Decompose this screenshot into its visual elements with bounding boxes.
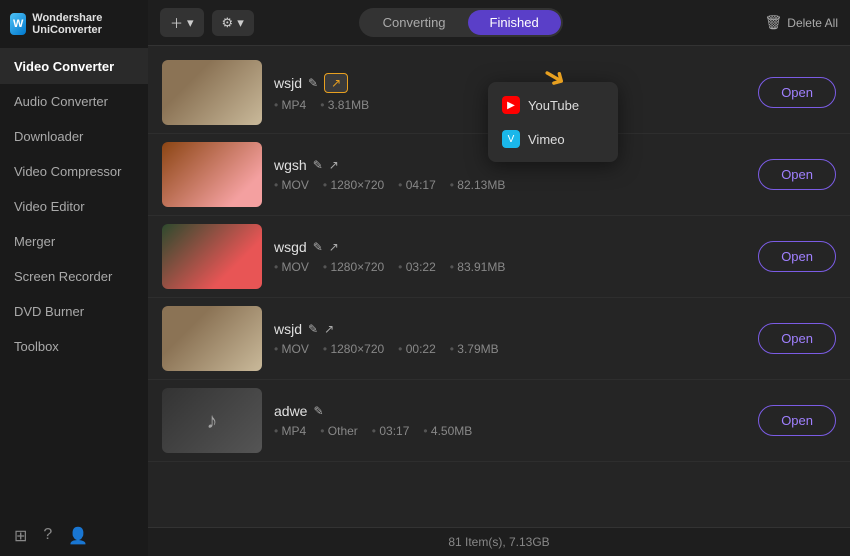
file-format-5: MP4 xyxy=(274,424,306,438)
file-name-5: adwe xyxy=(274,403,307,419)
file-size-5: 4.50MB xyxy=(423,424,472,438)
footer-bar: 81 Item(s), 7.13GB xyxy=(148,527,850,556)
file-item-3: wsgd ✎ ↗ MOV 1280×720 03:22 83.91MB Open xyxy=(148,216,850,298)
youtube-icon: ▶ xyxy=(502,96,520,114)
sidebar-item-merger[interactable]: Merger xyxy=(0,224,148,259)
share-vimeo[interactable]: V Vimeo xyxy=(488,122,618,156)
file-thumbnail-2 xyxy=(162,142,262,207)
settings-button[interactable]: ⚙ ▾ xyxy=(212,10,254,36)
file-duration-3: 03:22 xyxy=(398,260,436,274)
file-meta-4: MOV 1280×720 00:22 3.79MB xyxy=(274,342,746,356)
youtube-label: YouTube xyxy=(528,98,579,113)
file-thumbnail-3 xyxy=(162,224,262,289)
file-name-2: wgsh xyxy=(274,157,307,173)
file-meta-3: MOV 1280×720 03:22 83.91MB xyxy=(274,260,746,274)
share-icon-1: ↗ xyxy=(331,76,341,90)
sidebar-item-downloader[interactable]: Downloader xyxy=(0,119,148,154)
file-info-5: adwe ✎ MP4 Other 03:17 4.50MB xyxy=(274,403,746,438)
file-duration-5: 03:17 xyxy=(372,424,410,438)
sidebar: W Wondershare UniConverter Video Convert… xyxy=(0,0,148,556)
sidebar-item-video-converter[interactable]: Video Converter xyxy=(0,49,148,84)
sidebar-item-video-compressor[interactable]: Video Compressor xyxy=(0,154,148,189)
edit-icon-1[interactable]: ✎ xyxy=(308,76,318,90)
file-size-1: 3.81MB xyxy=(320,98,369,112)
vimeo-label: Vimeo xyxy=(528,132,565,147)
file-name-row-3: wsgd ✎ ↗ xyxy=(274,239,746,255)
music-icon: ♪ xyxy=(207,408,218,434)
share-icon-4[interactable]: ↗ xyxy=(324,322,334,336)
file-duration-4: 00:22 xyxy=(398,342,436,356)
file-name-row-4: wsjd ✎ ↗ xyxy=(274,321,746,337)
file-size-3: 83.91MB xyxy=(450,260,506,274)
file-format-1: MP4 xyxy=(274,98,306,112)
tab-group: Converting Finished xyxy=(359,8,563,37)
edit-icon-4[interactable]: ✎ xyxy=(308,322,318,336)
add-icon: ＋ xyxy=(170,13,183,32)
app-title: Wondershare UniConverter xyxy=(32,12,138,36)
file-resolution-5: Other xyxy=(320,424,358,438)
edit-icon-5[interactable]: ✎ xyxy=(313,404,323,418)
share-icon-3[interactable]: ↗ xyxy=(329,240,339,254)
file-resolution-4: 1280×720 xyxy=(323,342,384,356)
file-format-3: MOV xyxy=(274,260,309,274)
open-button-2[interactable]: Open xyxy=(758,159,836,190)
file-format-2: MOV xyxy=(274,178,309,192)
file-name-row-5: adwe ✎ xyxy=(274,403,746,419)
trash-icon: 🗑 xyxy=(765,14,783,31)
file-item-4: wsjd ✎ ↗ MOV 1280×720 00:22 3.79MB Open xyxy=(148,298,850,380)
file-duration-2: 04:17 xyxy=(398,178,436,192)
settings-arrow: ▾ xyxy=(237,15,244,31)
file-name-3: wsgd xyxy=(274,239,307,255)
share-icon-2[interactable]: ↗ xyxy=(329,158,339,172)
vimeo-icon: V xyxy=(502,130,520,148)
sidebar-item-dvd-burner[interactable]: DVD Burner xyxy=(0,294,148,329)
help-icon[interactable]: ⊞ xyxy=(14,526,27,546)
file-size-4: 3.79MB xyxy=(450,342,499,356)
file-meta-5: MP4 Other 03:17 4.50MB xyxy=(274,424,746,438)
file-name-4: wsjd xyxy=(274,321,302,337)
edit-icon-2[interactable]: ✎ xyxy=(313,158,323,172)
sidebar-footer: ⊞ ? 👤 xyxy=(0,516,148,556)
edit-icon-3[interactable]: ✎ xyxy=(313,240,323,254)
user-icon[interactable]: 👤 xyxy=(68,526,88,546)
file-thumbnail-4 xyxy=(162,306,262,371)
sidebar-item-audio-converter[interactable]: Audio Converter xyxy=(0,84,148,119)
file-item-5: ♪ adwe ✎ MP4 Other 03:17 4.50MB Open xyxy=(148,380,850,462)
sidebar-item-toolbox[interactable]: Toolbox xyxy=(0,329,148,364)
file-resolution-2: 1280×720 xyxy=(323,178,384,192)
toolbar: ＋ ▾ ⚙ ▾ Converting Finished 🗑 Delete All xyxy=(148,0,850,46)
open-button-5[interactable]: Open xyxy=(758,405,836,436)
app-header: W Wondershare UniConverter xyxy=(0,0,148,49)
open-button-3[interactable]: Open xyxy=(758,241,836,272)
file-thumbnail-5: ♪ xyxy=(162,388,262,453)
sidebar-item-video-editor[interactable]: Video Editor xyxy=(0,189,148,224)
open-button-1[interactable]: Open xyxy=(758,77,836,108)
file-size-2: 82.13MB xyxy=(450,178,506,192)
file-meta-2: MOV 1280×720 04:17 82.13MB xyxy=(274,178,746,192)
app-logo: W xyxy=(10,13,26,35)
add-file-button[interactable]: ＋ ▾ xyxy=(160,8,204,37)
share-button-1[interactable]: ↗ xyxy=(324,73,348,93)
open-button-4[interactable]: Open xyxy=(758,323,836,354)
file-item-1: wsjd ✎ ↗ MP4 3.81MB Open ▶ YouTube xyxy=(148,52,850,134)
add-label: ▾ xyxy=(187,15,194,31)
file-list: wsjd ✎ ↗ MP4 3.81MB Open ▶ YouTube xyxy=(148,46,850,527)
file-format-4: MOV xyxy=(274,342,309,356)
delete-all-button[interactable]: 🗑 Delete All xyxy=(765,14,838,31)
info-icon[interactable]: ? xyxy=(43,526,52,546)
sidebar-item-screen-recorder[interactable]: Screen Recorder xyxy=(0,259,148,294)
file-info-2: wgsh ✎ ↗ MOV 1280×720 04:17 82.13MB xyxy=(274,157,746,192)
file-resolution-3: 1280×720 xyxy=(323,260,384,274)
file-name-1: wsjd xyxy=(274,75,302,91)
file-info-3: wsgd ✎ ↗ MOV 1280×720 03:22 83.91MB xyxy=(274,239,746,274)
main-content: ＋ ▾ ⚙ ▾ Converting Finished 🗑 Delete All xyxy=(148,0,850,556)
footer-label: 81 Item(s), 7.13GB xyxy=(448,535,549,549)
tab-finished[interactable]: Finished xyxy=(468,10,561,35)
tab-converting[interactable]: Converting xyxy=(361,10,468,35)
file-thumbnail-1 xyxy=(162,60,262,125)
settings-icon: ⚙ xyxy=(222,15,234,31)
file-info-4: wsjd ✎ ↗ MOV 1280×720 00:22 3.79MB xyxy=(274,321,746,356)
